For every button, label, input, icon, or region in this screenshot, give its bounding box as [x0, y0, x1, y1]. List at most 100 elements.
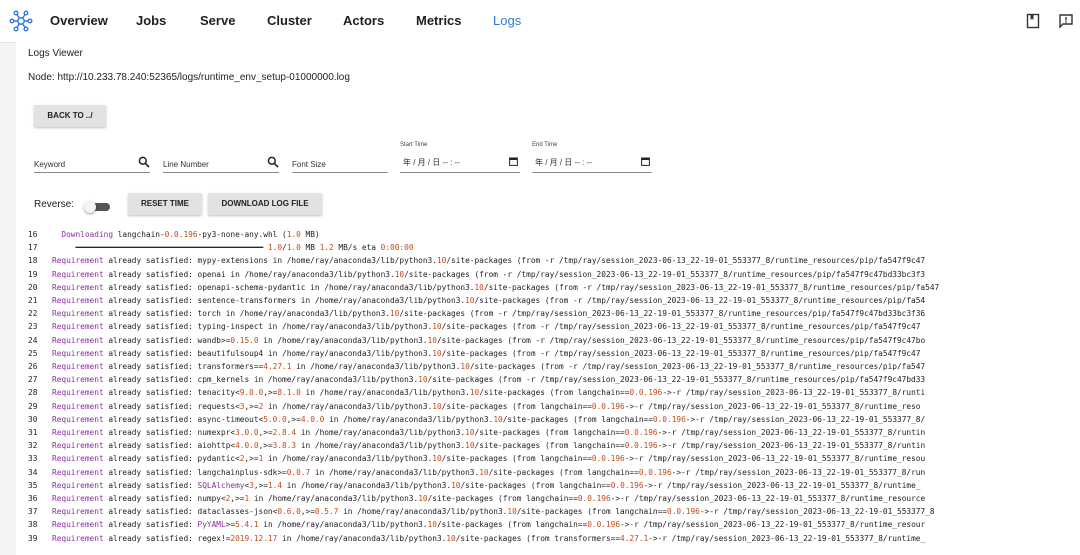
log-text-segment: ->-r /tmp/ray/session_2023-06-13_22-19-0… [643, 480, 921, 490]
log-text-segment: already satisfied: regex!= [103, 533, 231, 543]
log-text-segment: 0.5.7 [314, 507, 339, 517]
log-line: 17 ━━━━━━━━━━━━━━━━━━━━━━━━━━━━━━━━━━━━━… [16, 241, 1080, 254]
log-text-segment: /site-packages (from -r /tmp/ray/session… [427, 375, 926, 385]
start-time-label: Start Time [400, 142, 428, 148]
nav-metrics[interactable]: Metrics [416, 13, 462, 28]
log-text-segment: /site-packages (from -r /tmp/ray/session… [446, 256, 926, 266]
font-size-input[interactable] [292, 155, 388, 174]
log-text-segment: in /home/ray/anaconda3/lib/python3. [310, 467, 480, 477]
log-text-segment: Requirement [52, 494, 104, 503]
log-text-segment: ->-r /tmp/ray/session_2023-06-13_22-19-0… [648, 533, 926, 543]
log-text-segment: already satisfied: tenacity< [103, 388, 240, 398]
start-time-value: 年 / 月 / 日 -- : -- [403, 158, 460, 167]
log-text-segment: already satisfied: langchainplus-sdk>= [103, 467, 287, 477]
log-text-segment: Requirement [52, 348, 104, 358]
log-text-segment: in /home/ray/anaconda3/lib/python3. [258, 520, 428, 530]
nav-jobs[interactable]: Jobs [136, 13, 166, 28]
toggle-thumb [84, 201, 96, 213]
log-text-segment: already satisfied: pydantic< [103, 454, 240, 464]
log-text-segment: Requirement [52, 375, 104, 385]
log-text-segment: already satisfied: [103, 480, 198, 490]
log-text-segment: 10 [479, 467, 489, 477]
log-text-segment: 10 [446, 533, 456, 543]
log-text-segment: /site-packages (from langchain== [436, 520, 588, 530]
log-text-segment: Requirement [52, 269, 104, 279]
nav-overview[interactable]: Overview [50, 13, 108, 28]
logs-viewer-panel: Logs Viewer Node: http://10.233.78.240:5… [16, 42, 1080, 555]
search-icon[interactable] [267, 156, 279, 168]
nav-actors[interactable]: Actors [343, 13, 384, 28]
log-text-segment: 0.0.196 [577, 494, 611, 503]
keyword-input[interactable] [34, 155, 150, 174]
log-line-number: 29 [28, 401, 38, 411]
download-log-button[interactable]: DOWNLOAD LOG FILE [208, 193, 322, 215]
log-text-segment: /site-packages (from -r /tmp/ray/session… [483, 282, 940, 292]
log-text-segment: already satisfied: aiohttp< [103, 441, 236, 451]
log-text-segment: 4.0.0 [300, 414, 325, 424]
log-text-segment: Requirement [52, 388, 104, 398]
log-text-segment: ->-r /tmp/ray/session_2023-06-13_22-19-0… [685, 414, 926, 424]
log-text-segment: langchain- [113, 230, 165, 239]
log-line-number: 22 [28, 309, 38, 319]
log-text-segment: in /home/ray/anaconda3/lib/python3. [263, 454, 433, 464]
log-text-segment: /site-packages (from langchain== [474, 428, 625, 437]
log-text-segment: 0.15.0 [230, 335, 259, 345]
log-text-segment: 10 [507, 507, 517, 517]
ray-logo-icon[interactable] [9, 10, 33, 32]
log-text-segment: SQLAlchemy [197, 480, 245, 490]
log-text-segment: in /home/ray/anaconda3/lib/python3. [249, 494, 419, 503]
log-text-segment: 5.4.1 [235, 520, 259, 530]
feedback-icon[interactable] [1058, 13, 1074, 29]
log-line: 29 Requirement already satisfied: request… [16, 400, 1080, 413]
end-time-value: 年 / 月 / 日 -- : -- [535, 158, 592, 167]
nav-serve[interactable]: Serve [200, 13, 235, 28]
log-text-segment: 2019.12.17 [230, 533, 278, 543]
log-text-segment: 3.0.0 [235, 428, 259, 437]
log-line: 38 Requirement already satisfied: PyYAML>… [16, 518, 1080, 531]
font-size-field [292, 154, 388, 174]
log-text-segment: already satisfied: typing-inspect in /ho… [103, 322, 433, 332]
log-line-number: 23 [28, 322, 38, 332]
search-icon[interactable] [138, 156, 150, 168]
log-text-segment: Requirement [52, 533, 104, 543]
log-content: 16 Downloading langchain-0.0.196-py3-non… [16, 226, 1080, 555]
calendar-icon[interactable] [641, 157, 650, 166]
log-text-segment: -py3-none-any.whl ( [197, 230, 287, 239]
line-number-field [163, 154, 279, 174]
docs-icon[interactable] [1025, 13, 1041, 29]
log-text-segment: /site-packages (from langchain== [441, 401, 592, 411]
log-text-segment: Requirement [52, 507, 104, 517]
log-text-segment: already satisfied: [103, 520, 198, 530]
back-button[interactable]: BACK TO ../ [34, 105, 106, 127]
reverse-label: Reverse: [34, 199, 75, 210]
log-line-number: 30 [28, 414, 38, 424]
log-text-segment: 10 [460, 362, 470, 371]
nav-cluster[interactable]: Cluster [267, 13, 312, 28]
log-text-segment: /site-packages (from -r /tmp/ray/session… [469, 362, 926, 371]
log-text-segment: 10 [418, 375, 428, 385]
log-text-segment: Requirement [52, 335, 104, 345]
log-text-segment: 0.0.196 [667, 507, 700, 517]
end-time-input[interactable]: 年 / 月 / 日 -- : -- [532, 154, 652, 173]
line-number-input[interactable] [163, 155, 279, 174]
reverse-toggle[interactable] [84, 201, 112, 213]
log-text-segment: ->-r /tmp/ray/session_2023-06-13_22-19-0… [662, 388, 926, 398]
log-text-segment: 10 [389, 309, 400, 319]
log-text-segment: 0.0.196 [624, 428, 658, 437]
log-text-segment: PyYAML [197, 520, 226, 530]
start-time-input[interactable]: 年 / 月 / 日 -- : -- [400, 154, 520, 173]
log-text-segment: already satisfied: cpm_kernels in /home/… [103, 375, 419, 385]
log-line: 33 Requirement already satisfied: pydanti… [16, 452, 1080, 465]
log-text-segment: Requirement [52, 414, 104, 424]
log-line: 19 Requirement already satisfied: openai … [16, 268, 1080, 281]
reset-time-button[interactable]: RESET TIME [128, 193, 202, 215]
log-text-segment: /site-packages (from langchain== [427, 494, 578, 503]
calendar-icon[interactable] [509, 157, 518, 166]
log-text-segment: 10 [418, 494, 428, 503]
nav-logs[interactable]: Logs [493, 13, 521, 28]
log-text-segment: ->-r /tmp/ray/session_2023-06-13_22-19-0… [699, 507, 935, 517]
log-line-number: 20 [28, 282, 38, 292]
log-text-segment: 4.27.1 [263, 362, 292, 371]
log-text-segment: ,>= [258, 428, 273, 437]
log-text-segment: Requirement [52, 401, 104, 411]
